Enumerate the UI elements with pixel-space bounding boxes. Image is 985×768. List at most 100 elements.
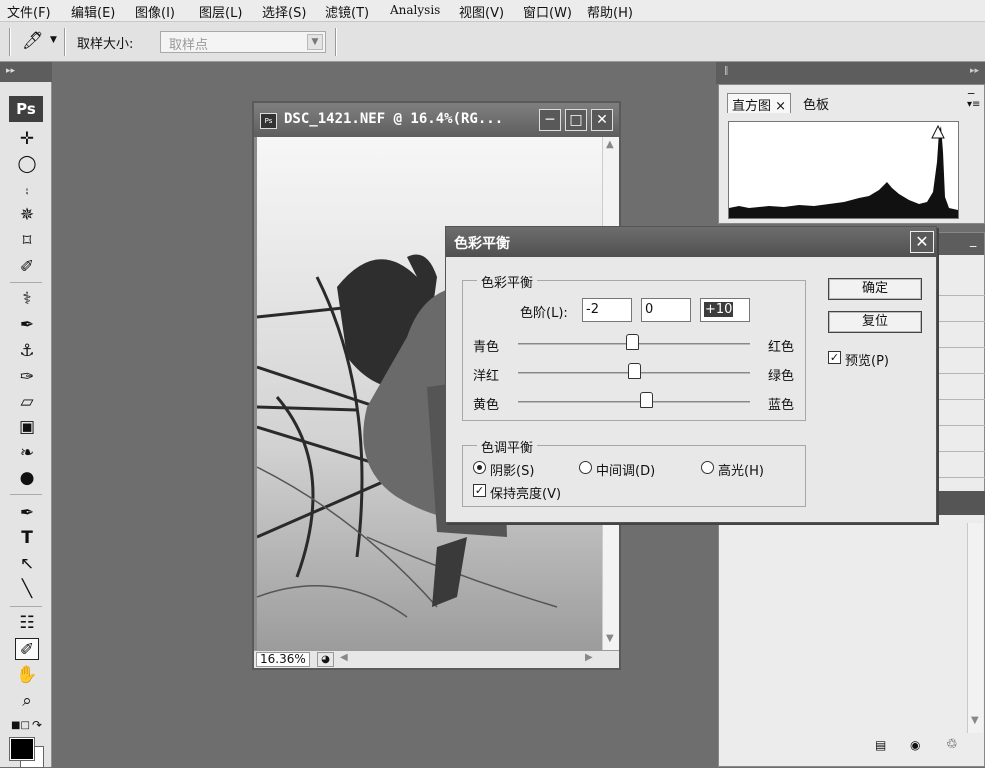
magenta-green-slider-thumb[interactable] [628, 363, 641, 379]
shadows-label[interactable]: 阴影(S) [490, 460, 534, 479]
toolbox-collapse-icon[interactable]: ▸▸ [0, 62, 52, 82]
panel-minimize-icon[interactable]: ⚊ [967, 87, 975, 97]
close-icon[interactable]: × [775, 99, 786, 114]
layer-row[interactable] [939, 429, 985, 452]
dialog-title-bar[interactable]: 色彩平衡 ✕ [446, 227, 936, 257]
menu-image[interactable]: 图像(I) [135, 2, 175, 21]
cyan-red-slider-thumb[interactable] [625, 334, 639, 350]
layer-row[interactable] [939, 299, 985, 322]
menu-help[interactable]: 帮助(H) [587, 2, 633, 21]
history-brush-tool-icon[interactable]: ✑ [15, 366, 39, 388]
yellow-blue-slider-thumb[interactable] [639, 392, 653, 408]
tab-swatches[interactable]: 色板 [799, 93, 833, 113]
sample-size-value: 取样点 [169, 38, 209, 53]
chevron-down-icon[interactable]: ▼ [307, 34, 323, 50]
panel-dock-header: ‖ ▸▸ [716, 62, 985, 84]
lasso-tool-icon[interactable]: ⨾ [15, 178, 39, 200]
menu-edit[interactable]: 编辑(E) [71, 2, 115, 21]
shadows-radio[interactable] [473, 461, 486, 474]
highlights-radio[interactable] [701, 461, 714, 474]
level-magenta-green-input[interactable]: 0 [641, 298, 691, 322]
menu-select[interactable]: 选择(S) [262, 2, 306, 21]
pen-tool-icon[interactable]: ✒ [15, 502, 39, 524]
layer-row[interactable] [939, 455, 985, 478]
menu-file[interactable]: 文件(F) [7, 2, 51, 21]
scroll-up-icon[interactable]: ▲ [606, 139, 614, 150]
trash-icon[interactable]: ♲ [946, 737, 958, 752]
swap-colors-icon[interactable]: ↷ [32, 718, 42, 732]
preview-checkbox[interactable]: ✓ [828, 351, 841, 364]
menu-view[interactable]: 视图(V) [459, 2, 504, 21]
gradient-tool-icon[interactable]: ▣ [15, 416, 39, 438]
notes-tool-icon[interactable]: ☷ [15, 612, 39, 634]
line-tool-icon[interactable]: ╲ [15, 578, 39, 600]
menu-filter[interactable]: 滤镜(T) [325, 2, 369, 21]
level-cyan-red-input[interactable]: -2 [582, 298, 632, 322]
camera-icon[interactable]: ◉ [910, 738, 920, 752]
panel-grip-icon[interactable]: ‖ [724, 66, 729, 76]
layer-row[interactable] [939, 377, 985, 400]
scroll-left-icon[interactable]: ◀ [340, 652, 348, 663]
clipping-warning-icon [931, 124, 945, 139]
ok-button[interactable]: 确定 [828, 278, 922, 300]
layer-row[interactable] [939, 351, 985, 374]
preserve-luminosity-checkbox[interactable]: ✓ [473, 484, 486, 497]
path-selection-tool-icon[interactable]: ↖ [15, 553, 39, 575]
midtones-label[interactable]: 中间调(D) [596, 460, 655, 479]
layer-row[interactable] [939, 403, 985, 426]
document-title-bar[interactable]: Ps DSC_1421.NEF @ 16.4%(RG... ─ □ ✕ [254, 103, 619, 137]
panel-collapse-icon[interactable]: ▸▸ [970, 66, 979, 76]
clone-stamp-tool-icon[interactable]: ⚓ [15, 340, 39, 362]
scroll-down-icon[interactable]: ▼ [606, 633, 614, 644]
close-icon[interactable]: ✕ [910, 231, 934, 253]
toolbox: ▸▸ Ps ✛ ◯ ⨾ ✵ ⌑ ✐ ⚕ ✒ ⚓ ✑ ▱ ▣ ❧ ● ✒ T ↖ … [0, 62, 52, 768]
move-tool-icon[interactable]: ✛ [15, 128, 39, 150]
yellow-blue-track[interactable] [518, 401, 750, 403]
reset-button[interactable]: 复位 [828, 311, 922, 333]
zoom-tool-icon[interactable]: ⌕ [15, 690, 39, 712]
tab-histogram[interactable]: 直方图 × [727, 93, 792, 114]
slice-tool-icon[interactable]: ✐ [15, 256, 39, 278]
preview-label[interactable]: 预览(P) [845, 350, 889, 369]
maximize-icon[interactable]: □ [565, 109, 587, 131]
minimize-icon[interactable]: ─ [539, 109, 561, 131]
midtones-radio[interactable] [579, 461, 592, 474]
close-icon[interactable]: ✕ [591, 109, 613, 131]
dodge-tool-icon[interactable]: ● [15, 467, 39, 489]
scroll-down-icon[interactable]: ▼ [971, 715, 979, 726]
layer-row[interactable] [939, 273, 985, 296]
eyedropper-tool-icon[interactable]: ✐ [15, 638, 39, 660]
zoom-level[interactable]: 16.36% [256, 652, 310, 667]
level-yellow-blue-input[interactable]: +10 [700, 298, 750, 322]
crop-tool-icon[interactable]: ⌑ [15, 230, 39, 252]
panel-minimize-icon[interactable]: ⚊ [969, 240, 977, 250]
status-info-icon[interactable]: ◕ [317, 652, 334, 667]
document-status-bar: 16.36% ◕ ◀ ▶ [254, 650, 619, 668]
eraser-tool-icon[interactable]: ▱ [15, 391, 39, 413]
layer-row[interactable] [939, 325, 985, 348]
menu-window[interactable]: 窗口(W) [523, 2, 572, 21]
brush-tool-icon[interactable]: ✒ [15, 314, 39, 336]
options-grip [9, 28, 11, 56]
preserve-luminosity-label[interactable]: 保持亮度(V) [490, 483, 561, 502]
sample-size-select[interactable]: 取样点 ▼ [160, 31, 326, 53]
magic-wand-tool-icon[interactable]: ✵ [15, 204, 39, 226]
foreground-color-swatch[interactable] [9, 737, 35, 761]
new-adjustment-icon[interactable]: ▤ [875, 738, 886, 752]
eyedropper-tool-preset-icon[interactable]: 🖊︎ [22, 31, 44, 51]
menu-analysis[interactable]: Analysis [390, 3, 440, 17]
scroll-right-icon[interactable]: ▶ [585, 652, 593, 663]
hand-tool-icon[interactable]: ✋ [15, 664, 39, 686]
layers-scrollbar[interactable]: ▼ [967, 523, 983, 733]
type-tool-icon[interactable]: T [15, 527, 39, 549]
blur-tool-icon[interactable]: ❧ [15, 442, 39, 464]
menu-layer[interactable]: 图层(L) [199, 2, 242, 21]
default-colors-icon[interactable]: ■□ [11, 720, 30, 731]
highlights-label[interactable]: 高光(H) [718, 460, 764, 479]
layer-row-selected[interactable] [939, 491, 985, 515]
panel-menu-icon[interactable]: ▾≡ [967, 99, 980, 110]
preset-dropdown-arrow-icon[interactable]: ▼ [50, 35, 57, 45]
dialog-title: 色彩平衡 [454, 236, 510, 252]
healing-brush-tool-icon[interactable]: ⚕ [15, 288, 39, 310]
marquee-tool-icon[interactable]: ◯ [15, 153, 39, 175]
